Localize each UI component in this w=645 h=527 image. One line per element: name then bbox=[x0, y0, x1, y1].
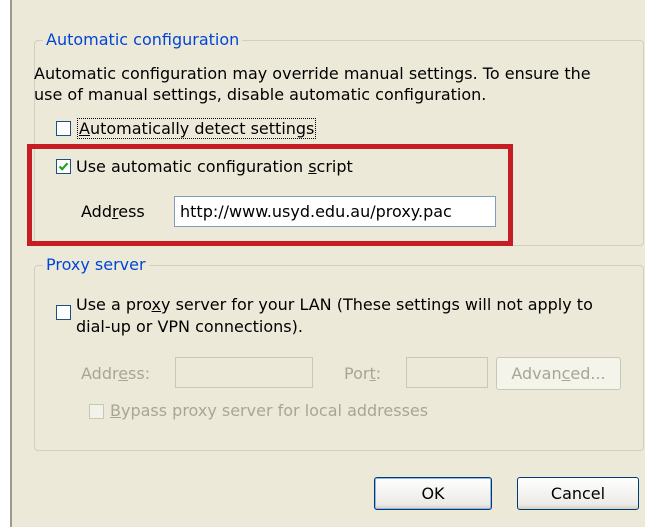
proxy-settings-dialog: Automatic configuration Automatic config… bbox=[10, 0, 645, 527]
automatic-configuration-description: Automatic configuration may override man… bbox=[34, 63, 591, 105]
bypass-local-label[interactable]: Bypass proxy server for local addresses bbox=[110, 401, 428, 421]
highlight-annotation bbox=[27, 144, 513, 246]
auto-detect-label-focus: Automatically detect settings bbox=[77, 118, 317, 139]
advanced-button[interactable]: Advanced... bbox=[496, 357, 621, 390]
use-proxy-checkbox[interactable] bbox=[56, 305, 71, 320]
proxy-address-input[interactable] bbox=[175, 357, 313, 388]
bypass-local-checkbox[interactable] bbox=[89, 404, 104, 419]
proxy-port-input[interactable] bbox=[406, 357, 488, 388]
proxy-server-legend: Proxy server bbox=[43, 255, 149, 275]
proxy-port-label: Port: bbox=[344, 364, 382, 383]
description-line-1: Automatic configuration may override man… bbox=[34, 64, 591, 83]
proxy-address-label: Address: bbox=[81, 364, 151, 383]
auto-detect-label[interactable]: Automatically detect settings bbox=[77, 118, 317, 139]
use-proxy-label[interactable]: Use a proxy server for your LAN (These s… bbox=[76, 294, 593, 338]
auto-detect-checkbox[interactable] bbox=[56, 121, 71, 136]
cancel-button[interactable]: Cancel bbox=[517, 477, 639, 510]
description-line-2: use of manual settings, disable automati… bbox=[34, 85, 487, 104]
ok-button[interactable]: OK bbox=[374, 477, 492, 510]
automatic-configuration-legend: Automatic configuration bbox=[43, 30, 243, 50]
